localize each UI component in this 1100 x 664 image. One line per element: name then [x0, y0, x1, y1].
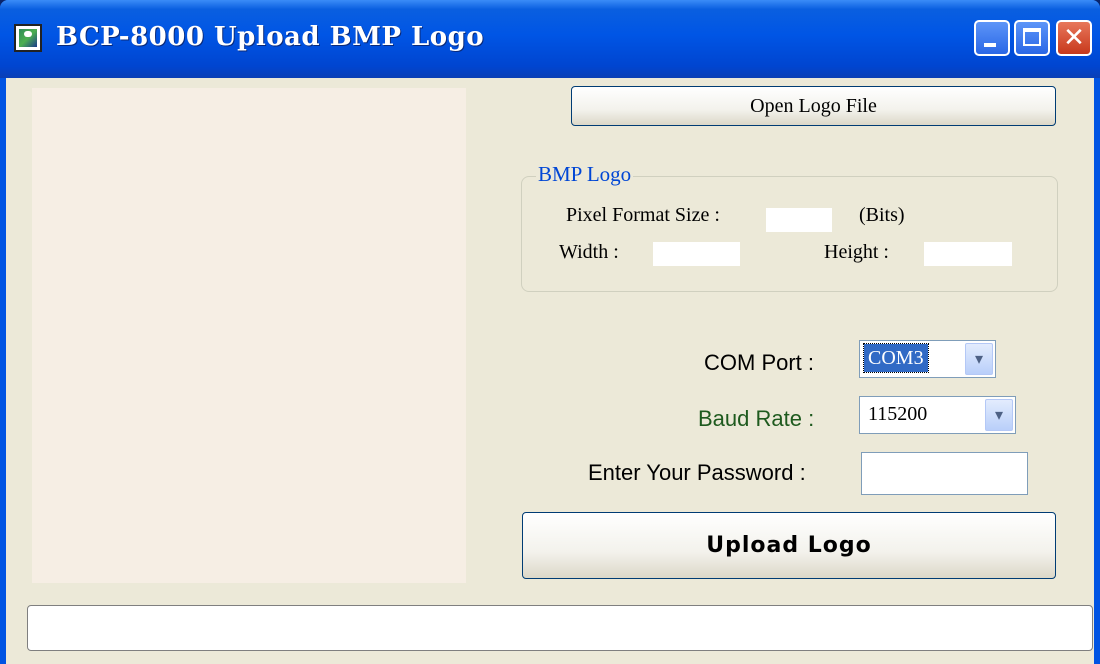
bmp-logo-groupbox — [521, 176, 1058, 292]
bits-unit-label: (Bits) — [859, 204, 905, 226]
width-label: Width : — [559, 241, 619, 263]
chevron-down-icon[interactable]: ▾ — [965, 343, 993, 375]
chevron-down-icon[interactable]: ▾ — [985, 399, 1013, 431]
com-port-label: COM Port : — [704, 350, 815, 375]
client-area: Open Logo File BMP Logo Pixel Format Siz… — [6, 78, 1094, 664]
com-port-value: COM3 — [863, 343, 929, 373]
height-label: Height : — [824, 241, 889, 263]
status-bar — [27, 605, 1093, 651]
com-port-select[interactable]: COM3 ▾ — [859, 340, 996, 378]
pixel-format-size-label: Pixel Format Size : — [566, 204, 720, 226]
window-title: BCP-8000 Upload BMP Logo — [56, 22, 485, 52]
password-input[interactable] — [861, 452, 1028, 495]
baud-rate-value: 115200 — [868, 403, 928, 425]
close-button[interactable]: ✕ — [1056, 20, 1092, 56]
password-label: Enter Your Password : — [588, 460, 806, 485]
minimize-button[interactable] — [974, 20, 1010, 56]
minimize-icon — [984, 43, 996, 47]
app-window: BCP-8000 Upload BMP Logo ✕ Open Logo Fil… — [0, 0, 1100, 664]
open-logo-file-button[interactable]: Open Logo File — [571, 86, 1056, 126]
title-bar[interactable]: BCP-8000 Upload BMP Logo ✕ — [0, 0, 1100, 78]
width-value — [653, 242, 740, 266]
height-value — [924, 242, 1012, 266]
close-icon: ✕ — [1063, 23, 1085, 53]
upload-logo-button[interactable]: Upload Logo — [522, 512, 1056, 579]
baud-rate-select[interactable]: 115200 ▾ — [859, 396, 1016, 434]
bmp-logo-legend: BMP Logo — [536, 162, 634, 187]
app-icon[interactable] — [14, 24, 42, 52]
baud-rate-label: Baud Rate : — [698, 406, 815, 431]
maximize-button[interactable] — [1014, 20, 1050, 56]
maximize-icon — [1023, 28, 1041, 46]
pixel-format-size-value — [766, 208, 832, 232]
logo-preview-area — [32, 88, 466, 583]
